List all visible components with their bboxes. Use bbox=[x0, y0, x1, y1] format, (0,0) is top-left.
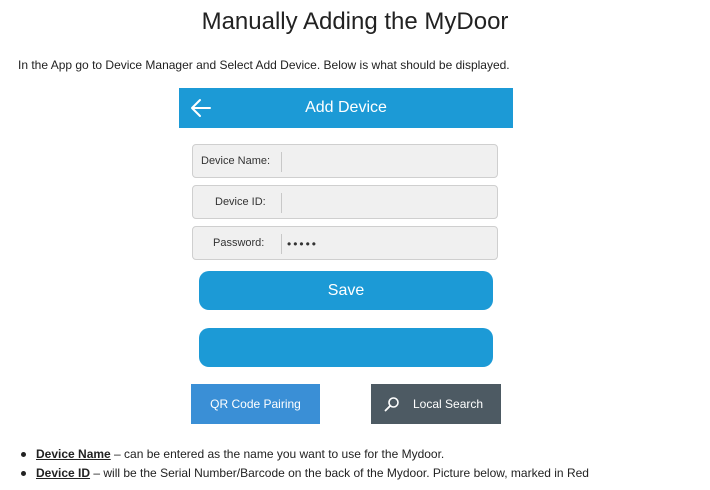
blank-button[interactable] bbox=[199, 328, 493, 367]
field-divider bbox=[281, 152, 282, 172]
local-search-label: Local Search bbox=[413, 397, 484, 411]
password-input[interactable] bbox=[287, 233, 487, 255]
bullet-list: Device Name – can be entered as the name… bbox=[18, 447, 589, 485]
app-header: Add Device bbox=[179, 88, 513, 128]
password-field[interactable]: Password: bbox=[192, 226, 498, 260]
device-name-input[interactable] bbox=[287, 151, 487, 173]
bullet-term: Device Name bbox=[36, 447, 111, 461]
device-id-label: Device ID: bbox=[215, 196, 266, 208]
local-search-button[interactable]: Local Search bbox=[371, 384, 501, 424]
app-screenshot: Add Device Device Name: Device ID: Passw… bbox=[179, 88, 513, 428]
device-id-input[interactable] bbox=[287, 192, 487, 214]
field-divider bbox=[281, 193, 282, 213]
search-icon bbox=[384, 397, 399, 412]
bullet-text: – can be entered as the name you want to… bbox=[110, 447, 445, 461]
device-id-field[interactable]: Device ID: bbox=[192, 185, 498, 219]
list-item: Device Name – can be entered as the name… bbox=[18, 447, 589, 466]
header-title: Add Device bbox=[305, 99, 387, 116]
save-button[interactable]: Save bbox=[199, 271, 493, 310]
device-name-field[interactable]: Device Name: bbox=[192, 144, 498, 178]
qr-code-pairing-button[interactable]: QR Code Pairing bbox=[191, 384, 320, 424]
password-label: Password: bbox=[213, 237, 265, 249]
bullet-text: – will be the Serial Number/Barcode on t… bbox=[90, 466, 589, 480]
page-title: Manually Adding the MyDoor bbox=[201, 8, 509, 35]
field-divider bbox=[281, 234, 282, 254]
list-item: Device ID – will be the Serial Number/Ba… bbox=[18, 466, 589, 485]
bullet-term: Device ID bbox=[36, 466, 91, 480]
intro-text: In the App go to Device Manager and Sele… bbox=[18, 58, 510, 72]
device-name-label: Device Name: bbox=[201, 155, 271, 167]
